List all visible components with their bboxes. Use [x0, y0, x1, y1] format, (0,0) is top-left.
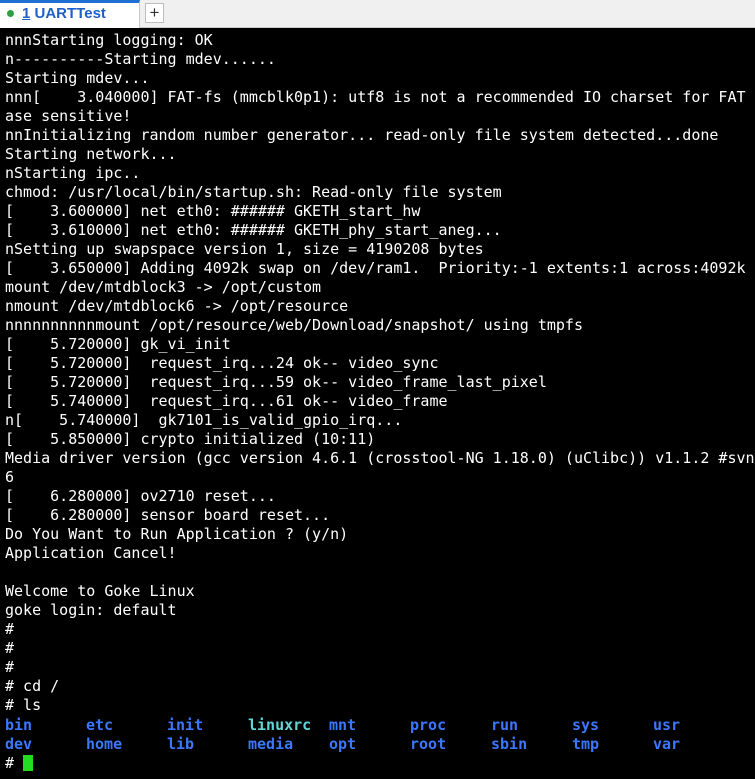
tab-label: 1 UARTTest	[22, 5, 106, 23]
console-line: [ 3.610000] net eth0: ###### GKETH_phy_s…	[5, 221, 502, 239]
console-line: #	[5, 658, 15, 676]
ls-entry-dir-dev: dev	[5, 735, 33, 753]
console-line: Application Cancel!	[5, 544, 177, 562]
console-line: Starting mdev...	[5, 69, 150, 87]
ls-entry-dir-etc: etc	[86, 716, 114, 734]
console-line: [ 5.720000] request_irq...24 ok-- video_…	[5, 354, 439, 372]
console-line: # cd /	[5, 677, 60, 695]
connection-status-icon	[7, 10, 14, 17]
console-line: goke login: default	[5, 601, 177, 619]
ls-entry-dir-tmp: tmp	[572, 735, 600, 753]
console-lines: nnnStarting logging: OK n----------Starti…	[5, 31, 755, 715]
console-line: nStarting ipc..	[5, 164, 141, 182]
console-line: [ 5.850000] crypto initialized (10:11)	[5, 430, 376, 448]
shell-prompt: #	[5, 754, 24, 772]
ls-entry-dir-home: home	[86, 735, 123, 753]
ls-entry-dir-lib: lib	[167, 735, 195, 753]
console-line: 6	[5, 468, 15, 486]
console-line: nnnnnnnnnnmount /opt/resource/web/Downlo…	[5, 316, 583, 334]
console-line: n[ 5.740000] gk7101_is_valid_gpio_irq...	[5, 411, 403, 429]
console-line: [ 5.740000] request_irq...61 ok-- video_…	[5, 392, 448, 410]
ls-entry-dir-run: run	[491, 716, 519, 734]
console-line: n----------Starting mdev......	[5, 50, 276, 68]
console-line: Starting network...	[5, 145, 177, 163]
tab-uarttest[interactable]: 1 UARTTest	[0, 0, 140, 28]
console-line: [ 5.720000] gk_vi_init	[5, 335, 231, 353]
tab-title: UARTTest	[34, 5, 106, 22]
ls-entry-symlink-linuxrc: linuxrc	[248, 716, 312, 734]
console-line: [ 6.280000] ov2710 reset...	[5, 487, 276, 505]
ls-entry-dir-opt: opt	[329, 735, 357, 753]
ls-entry-dir-sbin: sbin	[491, 735, 528, 753]
console-line: nnn[ 3.040000] FAT-fs (mmcblk0p1): utf8 …	[5, 88, 755, 106]
ls-entry-dir-var: var	[653, 735, 681, 753]
prompt-line: #	[5, 754, 34, 773]
console-line: #	[5, 620, 15, 638]
console-line: #	[5, 639, 15, 657]
console-line: Do You Want to Run Application ? (y/n)	[5, 525, 349, 543]
console-line: [ 6.280000] sensor board reset...	[5, 506, 331, 524]
ls-entry-dir-init: init	[167, 716, 204, 734]
ls-entry-dir-bin: bin	[5, 716, 33, 734]
ls-entry-dir-usr: usr	[653, 716, 681, 734]
plus-icon: +	[149, 3, 160, 22]
console-line: Welcome to Goke Linux	[5, 582, 195, 600]
ls-entry-dir-mnt: mnt	[329, 716, 357, 734]
ls-entry-dir-media: media	[248, 735, 294, 753]
console-line: # ls	[5, 696, 42, 714]
console-line: [ 5.720000] request_irq...59 ok-- video_…	[5, 373, 547, 391]
console-line: mount /dev/mtdblock3 -> /opt/custom	[5, 278, 322, 296]
console-line: chmod: /usr/local/bin/startup.sh: Read-o…	[5, 183, 502, 201]
ls-entry-dir-sys: sys	[572, 716, 600, 734]
console-line: ase sensitive!	[5, 107, 132, 125]
console-line: [ 3.650000] Adding 4092k swap on /dev/ra…	[5, 259, 746, 277]
terminal-output[interactable]: nnnStarting logging: OK n----------Starti…	[0, 28, 755, 779]
ls-entry-dir-proc: proc	[410, 716, 447, 734]
terminal-window: 1 UARTTest + nnnStarting logging: OK n---…	[0, 0, 755, 779]
tab-index: 1	[22, 5, 31, 22]
text-cursor	[23, 755, 34, 771]
console-line: nnnStarting logging: OK	[5, 31, 213, 49]
console-line: nnInitializing random number generator..…	[5, 126, 719, 144]
console-line: nmount /dev/mtdblock6 -> /opt/resource	[5, 297, 349, 315]
tab-bar: 1 UARTTest +	[0, 0, 755, 28]
ls-entry-dir-root: root	[410, 735, 447, 753]
console-line: [ 3.600000] net eth0: ###### GKETH_start…	[5, 202, 421, 220]
new-tab-button[interactable]: +	[145, 3, 164, 23]
console-line: nSetting up swapspace version 1, size = …	[5, 240, 484, 258]
console-line: Media driver version (gcc version 4.6.1 …	[5, 449, 755, 467]
